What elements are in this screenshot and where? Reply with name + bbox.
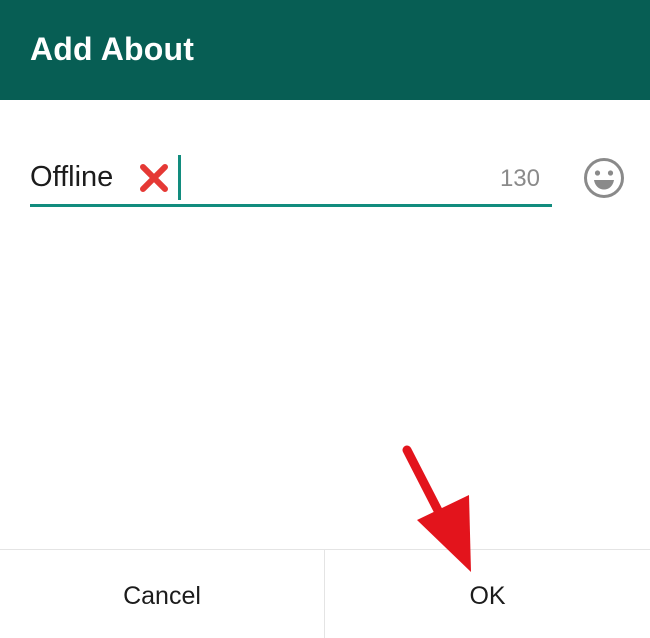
- cancel-button-label: Cancel: [123, 582, 201, 610]
- ok-button[interactable]: OK: [325, 550, 650, 638]
- dialog-title: Add About: [30, 31, 195, 67]
- dialog-button-bar: Cancel OK: [0, 549, 650, 638]
- ok-button-label: OK: [469, 582, 506, 610]
- smiley-face-icon[interactable]: [583, 157, 625, 199]
- cross-mark-icon: [140, 164, 168, 192]
- add-about-dialog: Add About Offline 130 Cancel OK: [0, 0, 650, 638]
- about-input-value[interactable]: Offline: [30, 158, 113, 196]
- about-input-field[interactable]: Offline 130: [30, 150, 552, 208]
- text-caret: [178, 155, 181, 200]
- input-underline: [30, 204, 552, 207]
- character-counter: 130: [499, 165, 540, 192]
- dialog-header: Add About: [0, 0, 650, 100]
- cancel-button[interactable]: Cancel: [0, 550, 324, 638]
